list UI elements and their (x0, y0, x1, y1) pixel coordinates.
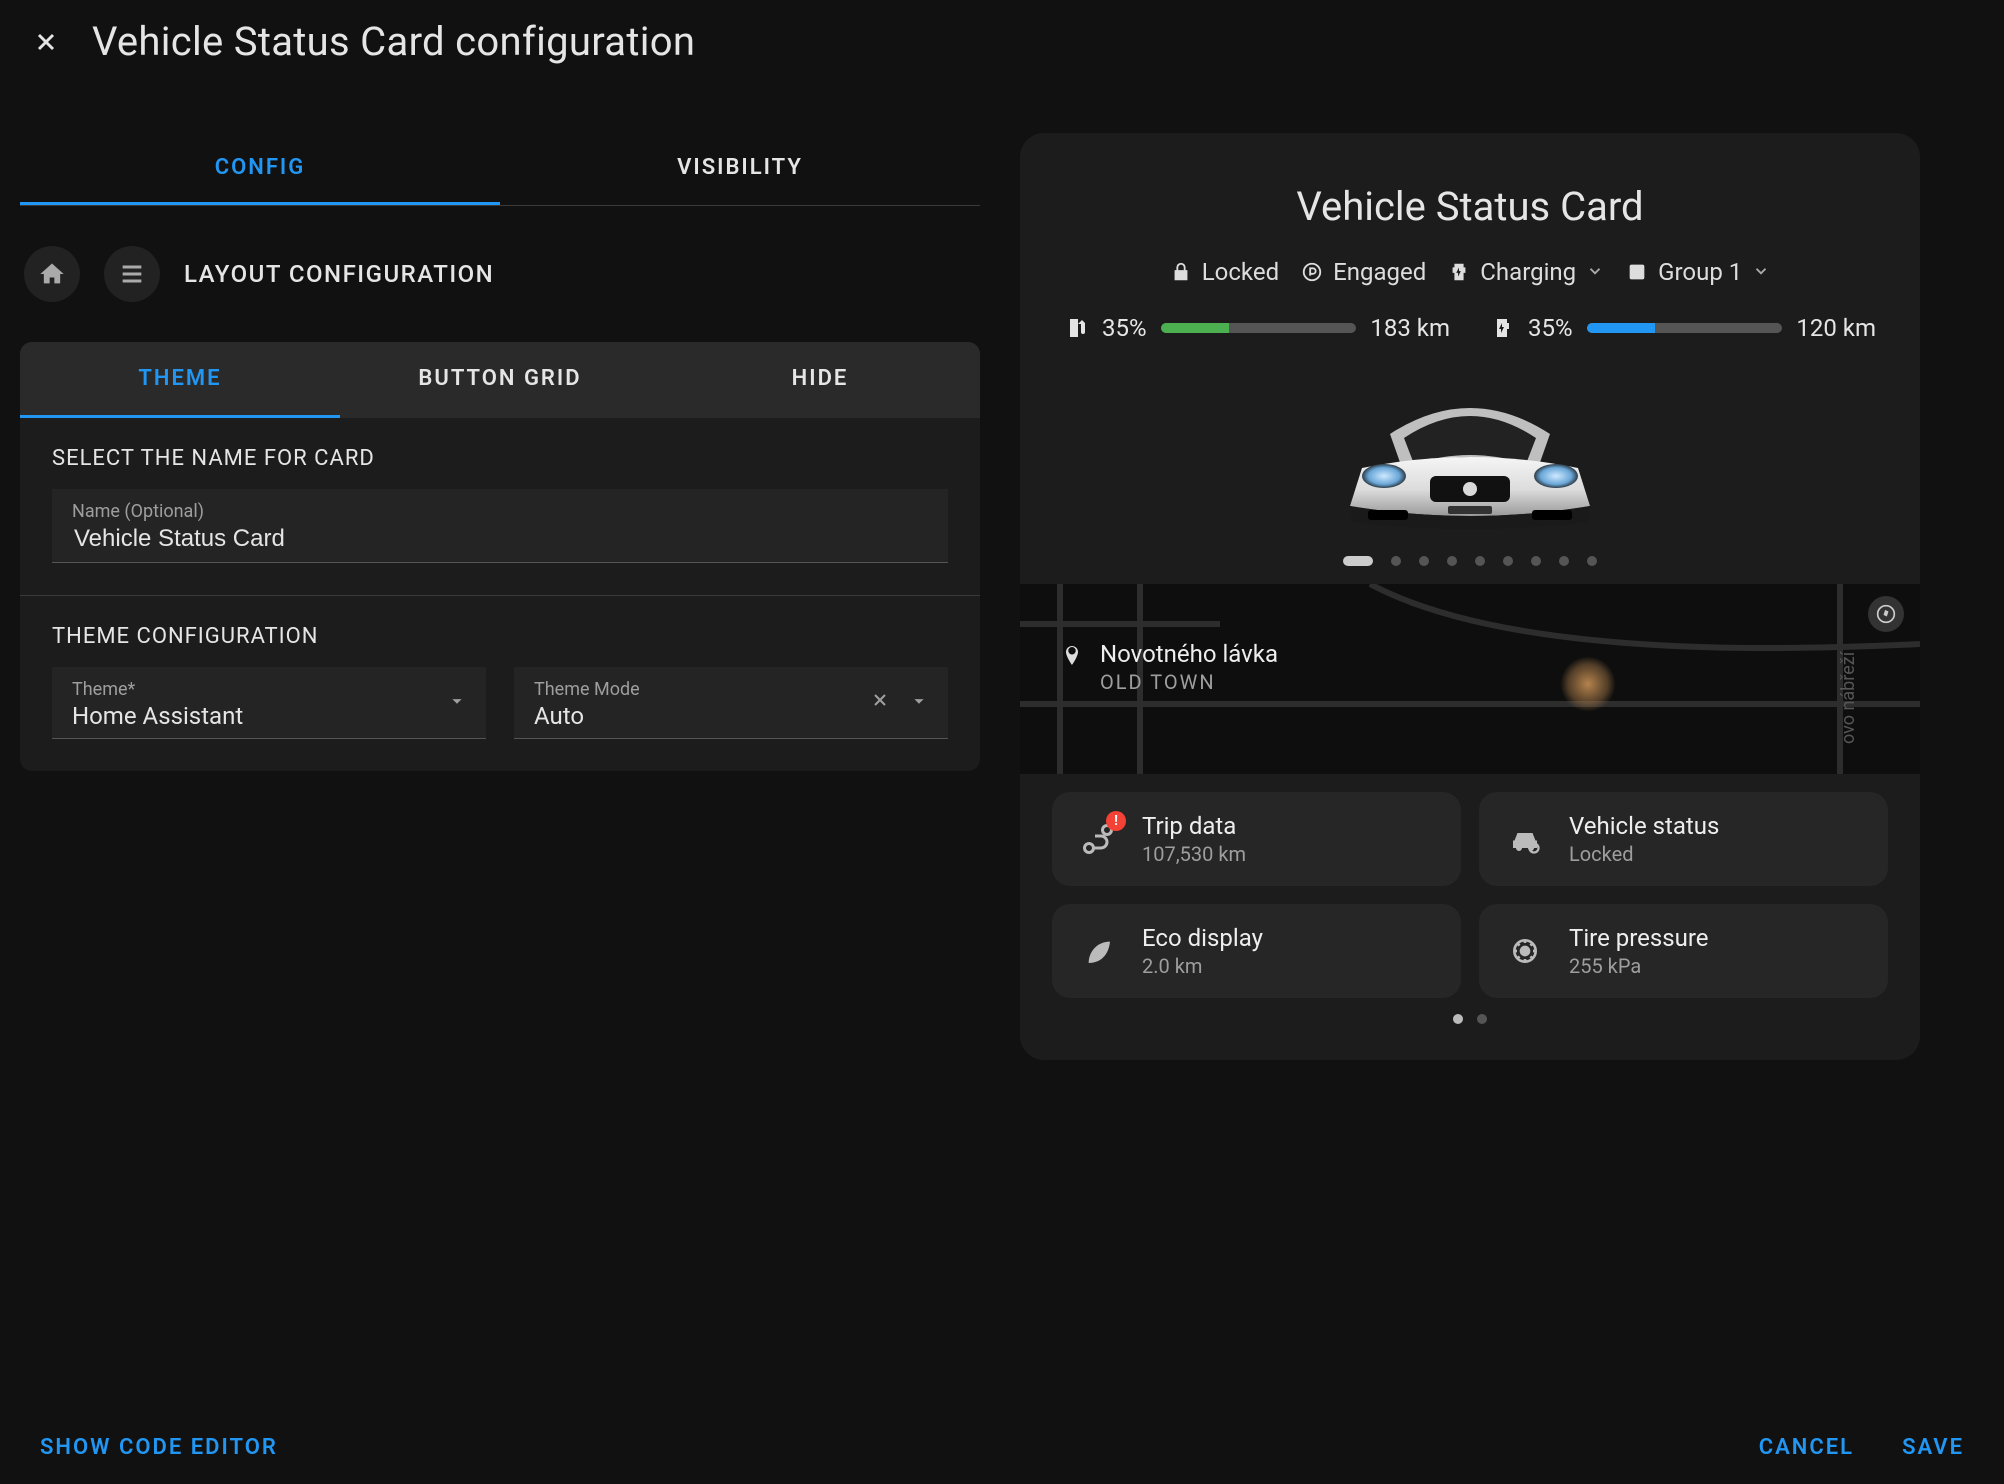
card-tire-pressure[interactable]: Tire pressure 255 kPa (1479, 904, 1888, 998)
menu-icon (118, 260, 146, 288)
dot-6[interactable] (1503, 556, 1513, 566)
preview-card: Vehicle Status Card Locked Engaged Charg… (1020, 133, 1920, 1060)
card-eco-display[interactable]: Eco display 2.0 km (1052, 904, 1461, 998)
home-button[interactable] (24, 246, 80, 302)
menu-button[interactable] (104, 246, 160, 302)
location-name: Novotného lávka (1100, 640, 1278, 668)
compass-icon (1876, 604, 1896, 624)
dot-2[interactable] (1391, 556, 1401, 566)
preview-title: Vehicle Status Card (1052, 183, 1888, 230)
close-icon (32, 28, 60, 56)
theme-select-value: Home Assistant (72, 702, 466, 730)
car-gear-icon (1507, 821, 1543, 857)
chevron-down-icon (1752, 258, 1770, 286)
cancel-button[interactable]: CANCEL (1759, 1435, 1854, 1460)
chevron-down-icon (1586, 258, 1604, 286)
card-vehicle-status[interactable]: Vehicle status Locked (1479, 792, 1888, 886)
tab-button-grid[interactable]: BUTTON GRID (340, 342, 660, 418)
fuel-icon (1064, 316, 1088, 340)
card-title: Vehicle status (1569, 812, 1719, 840)
section-theme-label: THEME CONFIGURATION (52, 624, 948, 649)
tire-icon (1509, 935, 1541, 967)
pin-icon (1060, 644, 1084, 672)
card-value: 255 kPa (1569, 954, 1709, 978)
dot-9[interactable] (1587, 556, 1597, 566)
tab-visibility[interactable]: VISIBILITY (500, 133, 980, 205)
name-input[interactable] (72, 524, 928, 554)
lock-icon (1170, 261, 1192, 283)
status-charging[interactable]: Charging (1448, 258, 1604, 286)
status-engaged: Engaged (1301, 258, 1426, 286)
vehicle-image (1320, 376, 1620, 536)
theme-mode-select[interactable]: Theme Mode Auto (514, 667, 948, 739)
dot-5[interactable] (1475, 556, 1485, 566)
dot-7[interactable] (1531, 556, 1541, 566)
show-code-editor-button[interactable]: SHOW CODE EDITOR (40, 1435, 278, 1460)
theme-mode-label: Theme Mode (534, 679, 928, 700)
theme-select-label: Theme* (72, 679, 466, 700)
page-dot-1[interactable] (1453, 1014, 1463, 1024)
card-title: Trip data (1142, 812, 1246, 840)
svg-text:1: 1 (1633, 266, 1640, 281)
home-icon (38, 260, 66, 288)
card-value: 2.0 km (1142, 954, 1263, 978)
chevron-down-icon (908, 690, 930, 716)
name-field[interactable]: Name (Optional) (52, 489, 948, 563)
page-dot-2[interactable] (1477, 1014, 1487, 1024)
map-marker (1560, 656, 1616, 712)
range-fuel: 35% 183 km (1064, 314, 1450, 342)
location-sub: OLD TOWN (1100, 670, 1278, 694)
tab-config[interactable]: CONFIG (20, 133, 500, 205)
group-icon: 1 (1626, 261, 1648, 283)
map[interactable]: Novotného lávka OLD TOWN ovo nábřeží (1020, 584, 1920, 774)
breadcrumb-title: LAYOUT CONFIGURATION (184, 260, 494, 288)
status-locked: Locked (1170, 258, 1279, 286)
parking-icon (1301, 261, 1323, 283)
dot-3[interactable] (1419, 556, 1429, 566)
card-value: Locked (1569, 842, 1719, 866)
charging-icon (1448, 261, 1470, 283)
image-pagination (1343, 556, 1597, 566)
card-pagination (1052, 1014, 1888, 1024)
dot-8[interactable] (1559, 556, 1569, 566)
compass-button[interactable] (1868, 596, 1904, 632)
theme-select[interactable]: Theme* Home Assistant (52, 667, 486, 739)
status-group[interactable]: 1 Group 1 (1626, 258, 1770, 286)
battery-icon (1490, 316, 1514, 340)
page-title: Vehicle Status Card configuration (92, 18, 695, 65)
card-title: Eco display (1142, 924, 1263, 952)
range-battery: 35% 120 km (1490, 314, 1876, 342)
dot-1[interactable] (1343, 556, 1373, 566)
map-street-label: ovo nábřeží (1838, 652, 1859, 744)
card-trip-data[interactable]: ! Trip data 107,530 km (1052, 792, 1461, 886)
card-value: 107,530 km (1142, 842, 1246, 866)
theme-mode-value: Auto (534, 702, 928, 730)
close-button[interactable] (28, 24, 64, 60)
dot-4[interactable] (1447, 556, 1457, 566)
card-title: Tire pressure (1569, 924, 1709, 952)
save-button[interactable]: SAVE (1902, 1435, 1964, 1460)
close-icon (870, 690, 890, 710)
name-field-label: Name (Optional) (72, 501, 928, 522)
tab-hide[interactable]: HIDE (660, 342, 980, 418)
leaf-icon (1082, 935, 1114, 967)
tab-theme[interactable]: THEME (20, 342, 340, 418)
section-name-label: SELECT THE NAME FOR CARD (52, 446, 948, 471)
clear-button[interactable] (870, 690, 890, 716)
alert-badge: ! (1106, 811, 1126, 831)
chevron-down-icon (446, 690, 468, 716)
